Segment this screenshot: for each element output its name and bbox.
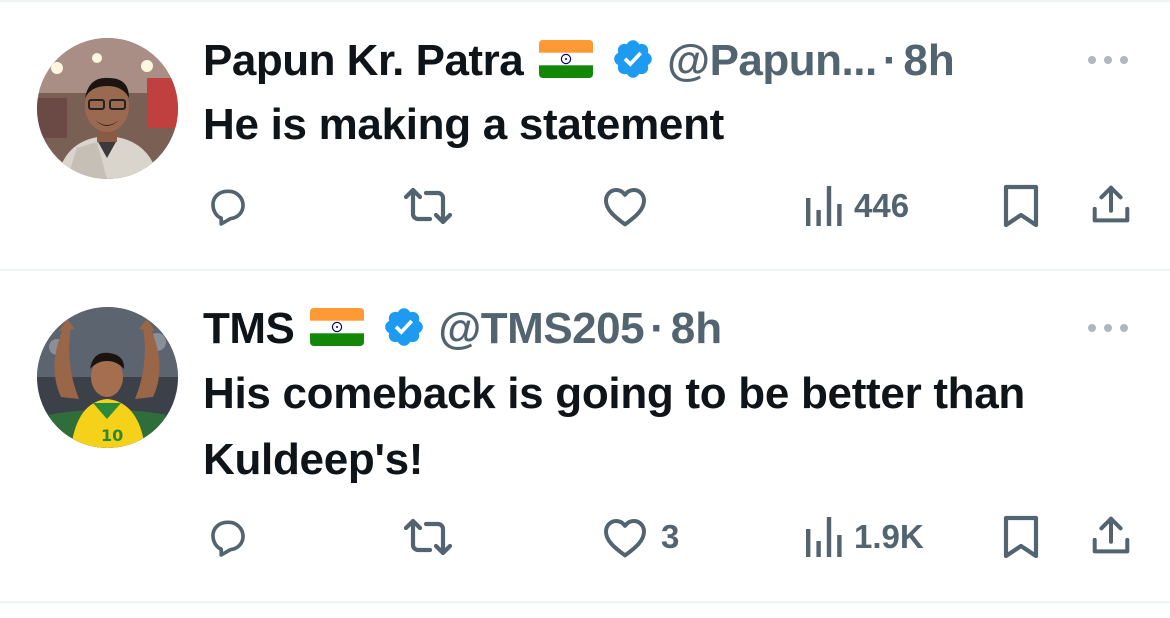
like-button[interactable]: 3 [601,515,679,559]
views-button[interactable]: 446 [804,184,909,228]
bookmark-icon [1003,515,1039,559]
like-button[interactable] [601,184,661,228]
share-icon [1092,185,1130,223]
author-handle[interactable]: @Papun... [667,36,877,86]
timestamp[interactable]: 8h [903,36,954,86]
separator-dot: · [650,304,665,353]
verified-badge-icon[interactable] [611,37,655,86]
share-button[interactable] [1088,182,1134,228]
retweet-button[interactable] [401,184,455,228]
avatar[interactable]: 10 [37,307,178,448]
bottom-divider [0,601,1170,603]
views-count: 1.9K [854,518,924,555]
india-flag-icon [538,39,594,83]
tweet-text: He is making a statement [203,100,724,149]
retweet-icon [403,187,453,225]
share-button[interactable] [1088,513,1134,559]
reply-icon [211,520,245,557]
avatar[interactable] [37,38,178,179]
reply-button[interactable] [205,515,251,559]
tweet[interactable]: Papun Kr. Patra @Papun... · 8h He is mak… [0,0,1170,270]
author-handle[interactable]: @TMS205 [438,304,644,354]
views-count: 446 [854,187,910,224]
like-icon [604,519,646,558]
retweet-icon [403,518,453,556]
views-icon [806,186,842,226]
reply-icon [211,189,245,226]
author-name[interactable]: TMS [203,304,295,354]
tweet-text: His comeback is going to be better than … [203,369,1026,484]
bookmark-button[interactable] [1001,513,1041,561]
bookmark-icon [1003,184,1039,228]
tweet[interactable]: 10 TMS @TMS205 · 8h His comeback is goin… [0,271,1170,601]
author-name[interactable]: Papun Kr. Patra [203,36,524,86]
share-icon [1092,516,1130,554]
bookmark-button[interactable] [1001,182,1041,230]
more-icon[interactable] [1086,318,1130,338]
views-icon [806,517,842,557]
timestamp[interactable]: 8h [671,304,722,354]
views-button[interactable]: 1.9K [804,515,924,559]
more-icon[interactable] [1086,50,1130,70]
verified-badge-icon[interactable] [382,305,426,354]
svg-text:10: 10 [101,426,123,445]
like-count: 3 [661,518,680,555]
tweet-header: Papun Kr. Patra @Papun... · 8h [203,36,955,86]
tweet-header: TMS @TMS205 · 8h [203,304,722,354]
like-icon [604,188,646,227]
separator-dot: · [882,36,898,85]
reply-button[interactable] [205,184,251,228]
india-flag-icon [309,307,365,351]
retweet-button[interactable] [401,515,455,559]
